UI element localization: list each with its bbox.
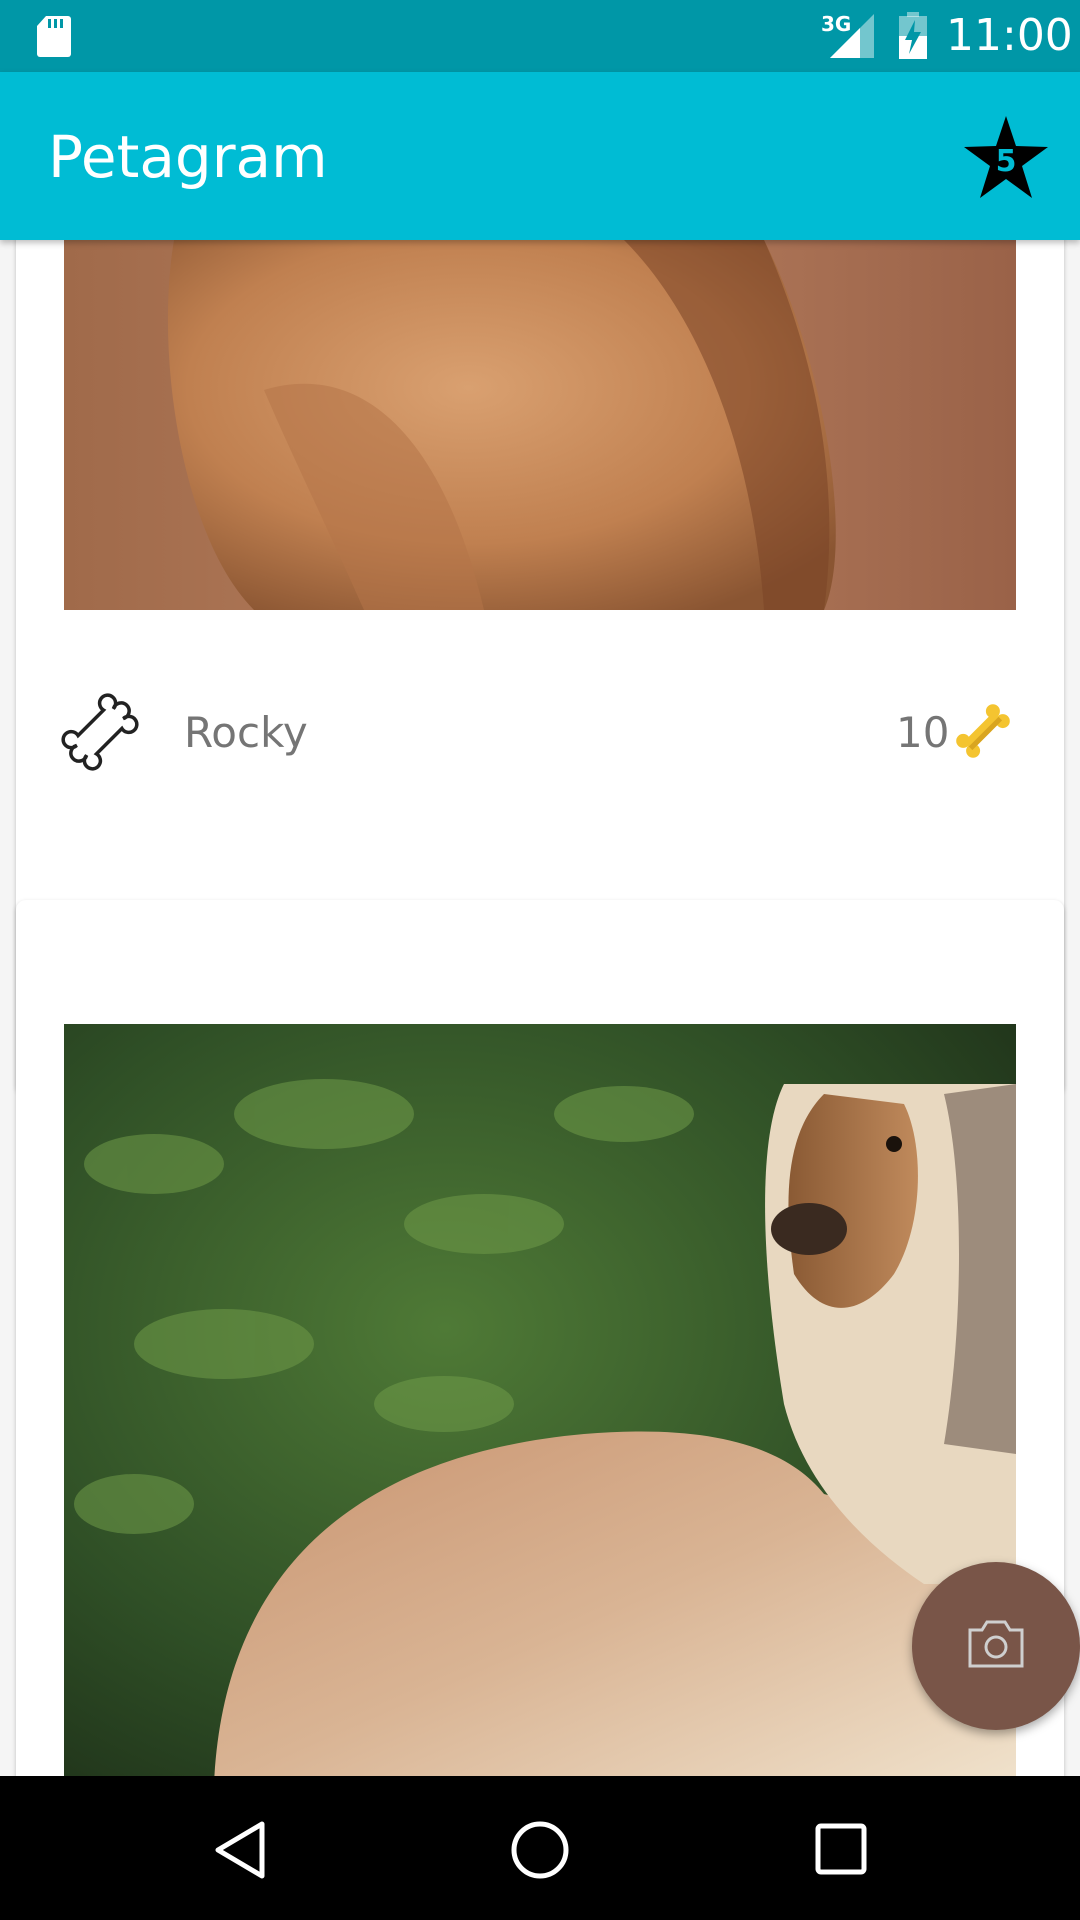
signal-icon	[830, 14, 874, 58]
camera-fab-button[interactable]	[912, 1562, 1080, 1730]
clock: 11:00	[946, 10, 1073, 61]
sd-card-icon	[37, 16, 71, 57]
navigation-bar	[0, 1776, 1080, 1920]
app-title: Petagram	[48, 123, 328, 191]
star-icon[interactable]: 5	[962, 114, 1050, 200]
pet-list[interactable]: Rocky 10	[0, 240, 1080, 1776]
pet-card[interactable]	[16, 900, 1064, 1776]
recent-apps-icon[interactable]	[814, 1822, 868, 1876]
bone-outline-icon[interactable]	[60, 692, 140, 772]
status-bar: 3G 11:00	[0, 0, 1080, 72]
pet-name: Rocky	[184, 708, 308, 757]
app-bar: Petagram 5	[0, 72, 1080, 240]
camera-icon	[968, 1620, 1024, 1668]
gold-bone-icon	[956, 704, 1010, 758]
battery-charging-icon	[899, 12, 927, 59]
cat-photo	[64, 240, 1016, 610]
like-count: 10	[896, 708, 950, 757]
back-icon[interactable]	[212, 1820, 268, 1880]
home-icon[interactable]	[510, 1820, 570, 1880]
rank-badge-value: 5	[996, 144, 1017, 179]
afghan-hound-photo	[64, 1024, 1016, 1776]
